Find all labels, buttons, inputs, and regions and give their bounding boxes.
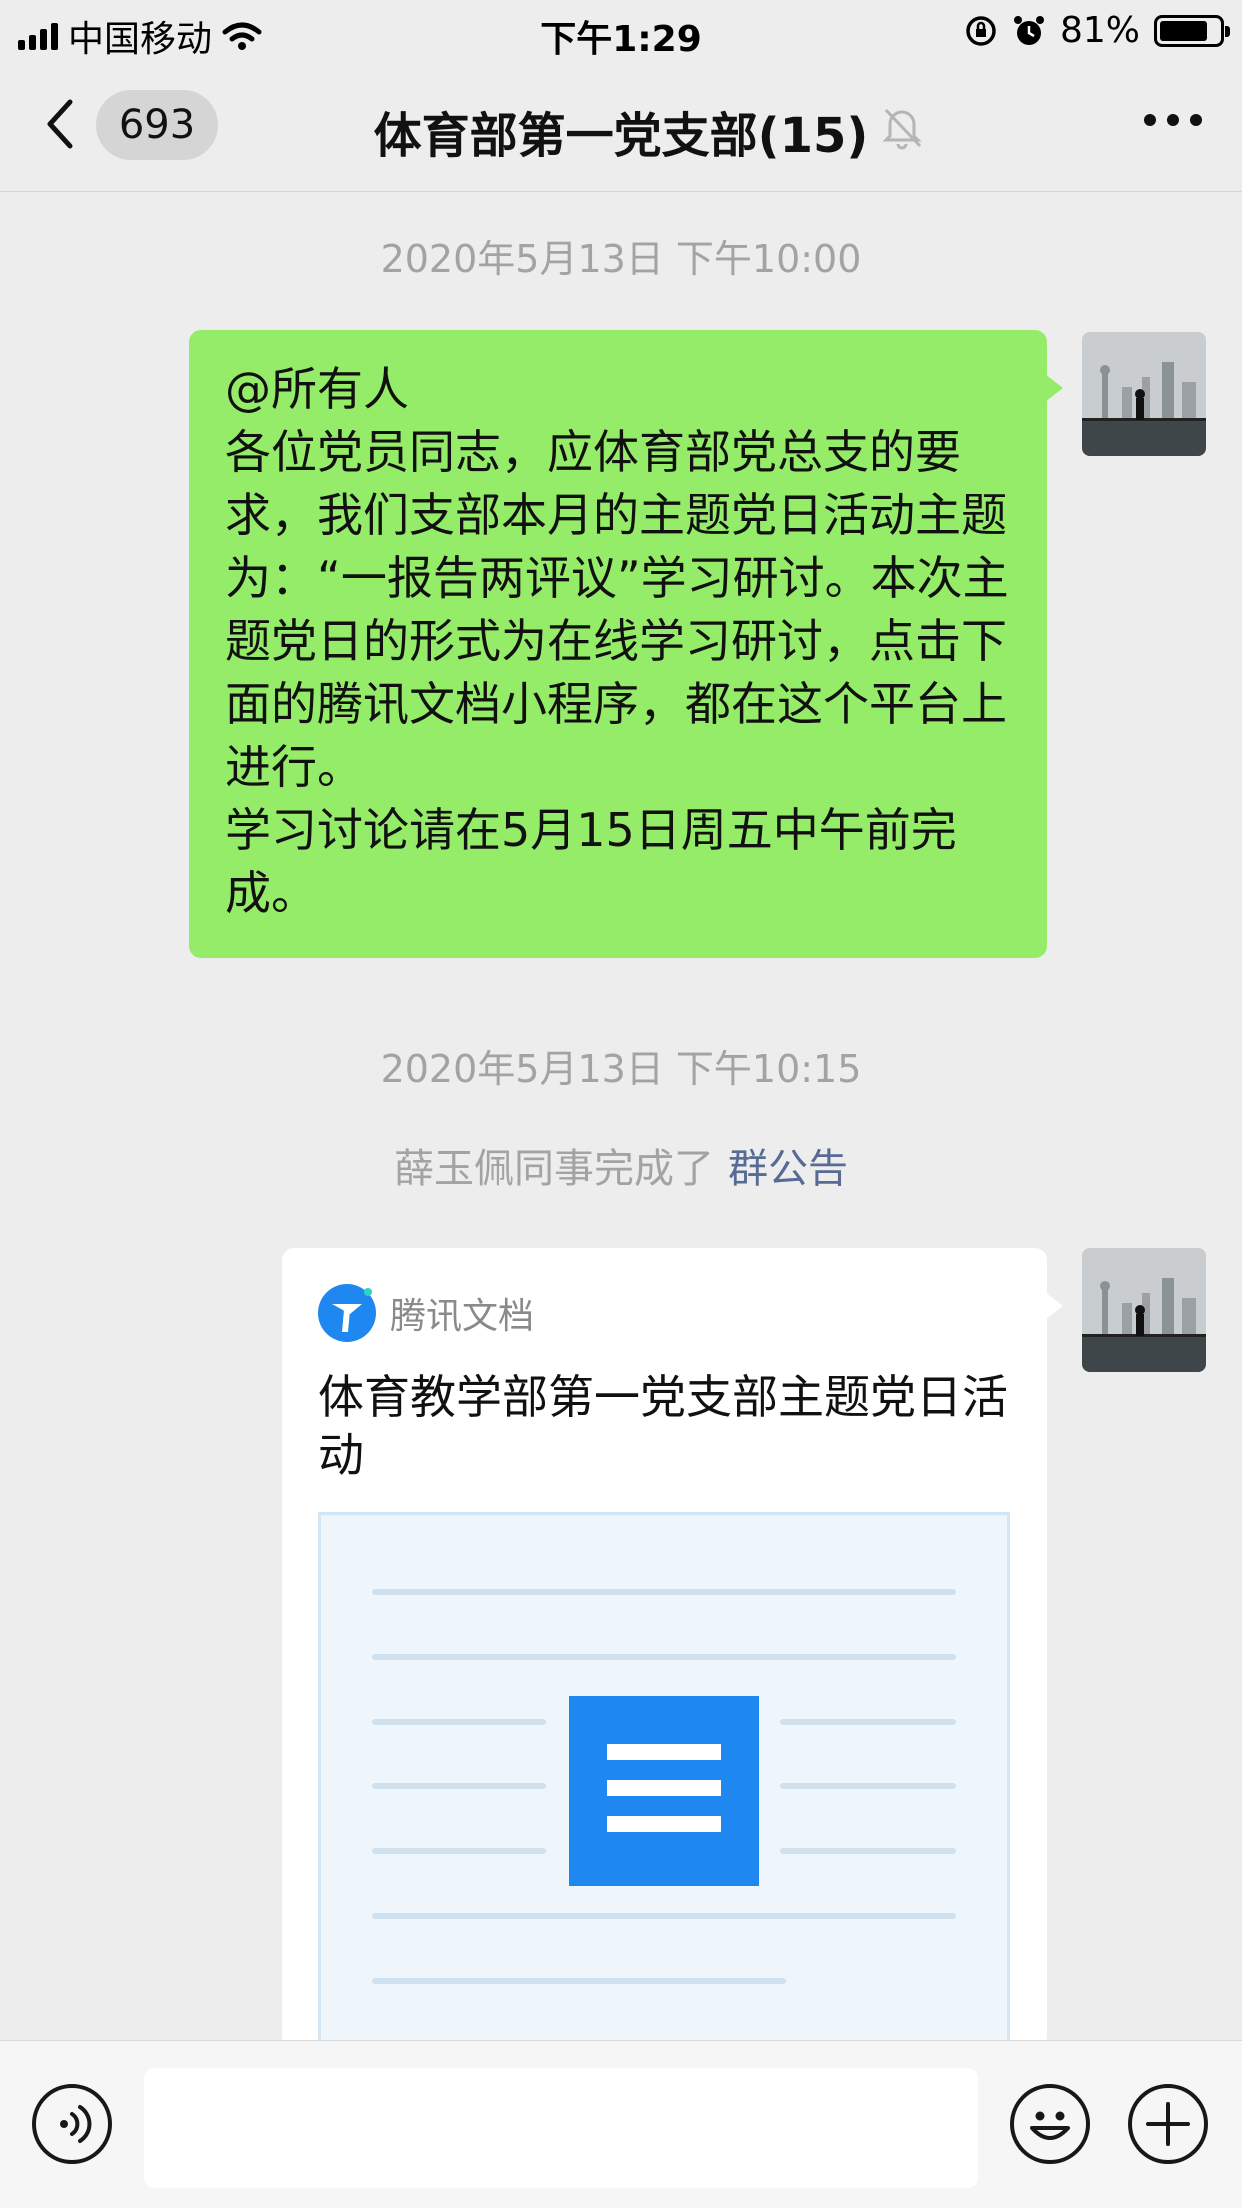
system-notice-text: 薛玉佩同事完成了	[394, 1146, 714, 1192]
alarm-icon	[1013, 15, 1044, 45]
rotation-lock-icon	[966, 15, 996, 46]
message-line: 学习讨论请在5月15日周五中午前完成。	[225, 803, 957, 920]
mute-bell-icon	[882, 108, 922, 150]
input-bar	[0, 2040, 1242, 2208]
message-input[interactable]	[144, 2068, 978, 2188]
card-source: 腾讯文档	[318, 1284, 534, 1342]
timestamp: 2020年5月13日 下午10:00	[380, 237, 862, 281]
nav-bar: 693 体育部第一党支部(15)	[0, 62, 1242, 192]
avatar-image	[1082, 332, 1206, 456]
status-right: 81%	[964, 10, 1230, 51]
emoji-icon[interactable]	[1010, 2084, 1090, 2164]
avatar-image	[1082, 1248, 1206, 1372]
avatar[interactable]	[1082, 1248, 1206, 1372]
mini-program-card[interactable]: 腾讯文档 体育教学部第一党支部主题党日活动	[282, 1248, 1063, 2072]
message-bubble[interactable]: @所有人 各位党员同志，应体育部党总支的要求，我们支部本月的主题党日活动主题为：…	[189, 330, 1063, 958]
message-line: @所有人	[225, 362, 409, 416]
tencent-docs-logo-icon	[318, 1284, 376, 1342]
plus-icon[interactable]	[1128, 2084, 1208, 2164]
voice-icon[interactable]	[32, 2084, 112, 2164]
card-title: 体育教学部第一党支部主题党日活动	[318, 1370, 1008, 1482]
message-line: 各位党员同志，应体育部党总支的要求，我们支部本月的主题党日活动主题为：“一报告两…	[225, 425, 1009, 794]
more-dots-icon[interactable]	[1144, 114, 1202, 126]
document-preview-graphic	[372, 1589, 956, 1984]
battery-icon	[1154, 14, 1230, 47]
status-bar: 中国移动 下午1:29 81%	[0, 0, 1242, 62]
document-preview	[318, 1512, 1010, 2072]
system-notice: 薛玉佩同事完成了 群公告	[0, 1136, 1242, 1194]
battery-percent: 81%	[1059, 10, 1140, 51]
group-announcement-link[interactable]: 群公告	[728, 1146, 848, 1192]
timestamp: 2020年5月13日 下午10:15	[380, 1047, 862, 1091]
card-source-name: 腾讯文档	[390, 1296, 535, 1337]
avatar[interactable]	[1082, 332, 1206, 456]
chat-title: 体育部第一党支部(15)	[373, 108, 869, 164]
